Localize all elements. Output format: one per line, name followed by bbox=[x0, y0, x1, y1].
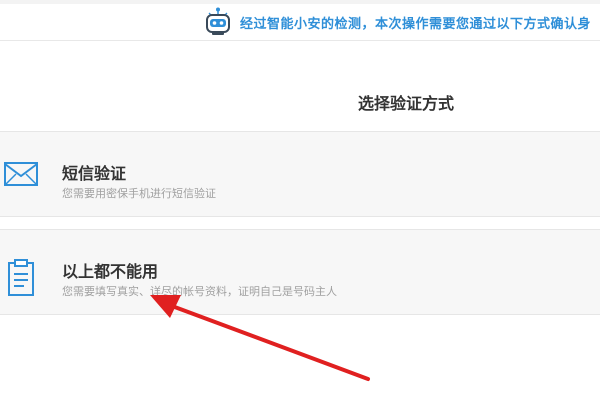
envelope-icon bbox=[4, 162, 38, 186]
option-title: 短信验证 bbox=[62, 164, 127, 183]
robot-icon bbox=[206, 7, 230, 35]
section-title: 选择验证方式 bbox=[358, 94, 455, 113]
option-none-available[interactable]: 以上都不能用 您需要填写真实、详尽的帐号资料，证明自己是号码主人 bbox=[0, 229, 600, 315]
option-sms-verification[interactable]: 短信验证 您需要用密保手机进行短信验证 bbox=[0, 131, 600, 217]
security-notice-bar: 经过智能小安的检测，本次操作需要您通过以下方式确认身 bbox=[0, 4, 600, 41]
clipboard-icon bbox=[8, 259, 34, 296]
option-description: 您需要填写真实、详尽的帐号资料，证明自己是号码主人 bbox=[62, 285, 337, 298]
option-description: 您需要用密保手机进行短信验证 bbox=[62, 187, 216, 200]
option-title: 以上都不能用 bbox=[62, 262, 159, 281]
notice-text: 经过智能小安的检测，本次操作需要您通过以下方式确认身 bbox=[240, 17, 592, 32]
verification-page: 经过智能小安的检测，本次操作需要您通过以下方式确认身 选择验证方式 短信验证 您… bbox=[0, 0, 600, 400]
